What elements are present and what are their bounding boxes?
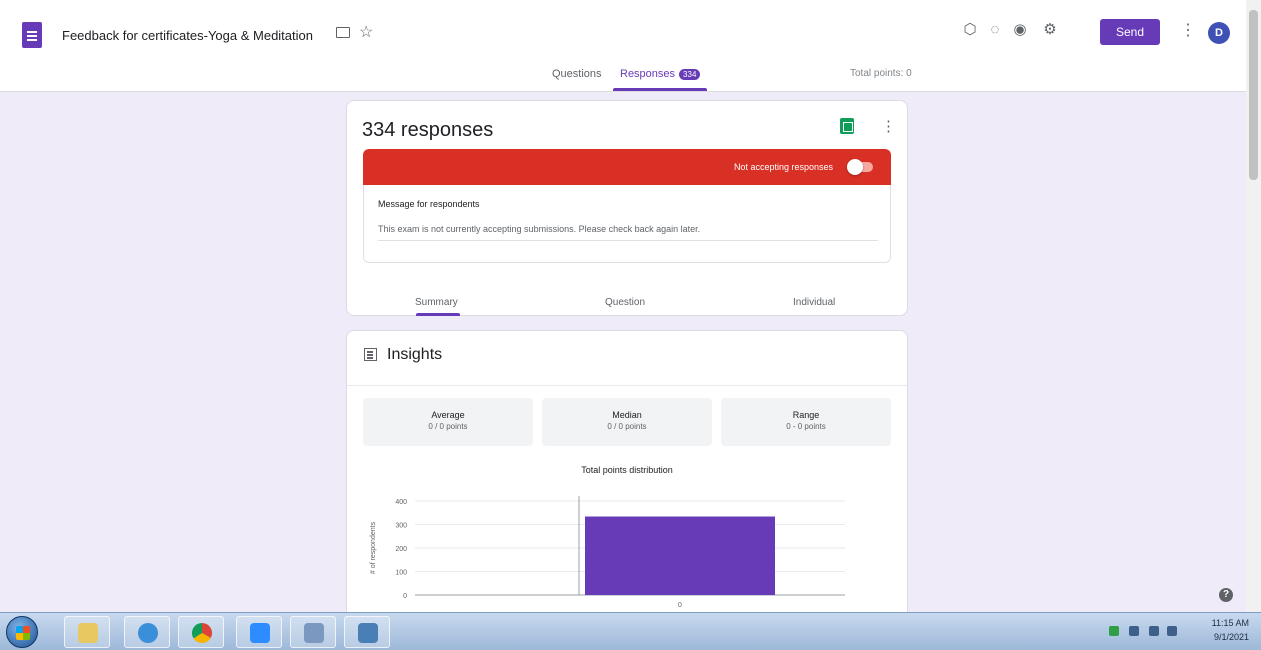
- accepting-toggle[interactable]: [847, 159, 863, 175]
- taskbar-chrome[interactable]: [178, 616, 224, 648]
- message-box: Message for respondents This exam is not…: [363, 185, 891, 263]
- responses-count-badge: 334: [679, 68, 701, 80]
- points-distribution-chart: # of respondents 0 100 200 300 400 0: [370, 496, 845, 609]
- y-tick-label: 0: [403, 593, 407, 600]
- responses-more-icon[interactable]: ⋮: [881, 117, 896, 135]
- taskbar-tool[interactable]: [290, 616, 336, 648]
- help-icon[interactable]: ?: [1219, 588, 1233, 602]
- subtab-question[interactable]: Question: [605, 297, 645, 308]
- settings-icon[interactable]: ⚙: [1040, 20, 1060, 40]
- send-button[interactable]: Send: [1100, 19, 1160, 45]
- stat-average: Average 0 / 0 points: [363, 398, 533, 446]
- zoom-icon: [250, 623, 270, 643]
- message-input[interactable]: This exam is not currently accepting sub…: [378, 224, 878, 241]
- taskbar-zoom[interactable]: [236, 616, 282, 648]
- start-button[interactable]: [6, 616, 38, 648]
- forms-icon[interactable]: [22, 22, 42, 48]
- palette-icon[interactable]: ◌: [985, 20, 1005, 40]
- tray-volume-icon[interactable]: [1167, 626, 1177, 636]
- chart-title: Total points distribution: [581, 465, 673, 475]
- sheets-icon[interactable]: [840, 118, 854, 134]
- total-points: Total points: 0: [850, 68, 912, 79]
- clock-time[interactable]: 11:15 AM: [1212, 618, 1249, 628]
- folder-icon: [78, 623, 98, 643]
- responses-card: 334 responses ⋮ Not accepting responses …: [346, 100, 908, 316]
- subtab-individual[interactable]: Individual: [793, 297, 835, 308]
- media-icon: [358, 623, 378, 643]
- y-axis-label: # of respondents: [370, 521, 377, 574]
- accepting-responses-banner: Not accepting responses: [363, 149, 891, 185]
- bar: [585, 516, 775, 595]
- windows-taskbar: 11:15 AM 9/1/2021: [0, 612, 1261, 650]
- accepting-responses-label: Not accepting responses: [733, 162, 833, 172]
- y-tick-label: 200: [395, 546, 407, 553]
- tab-questions[interactable]: Questions: [552, 68, 602, 80]
- taskbar-media[interactable]: [344, 616, 390, 648]
- message-label: Message for respondents: [378, 199, 480, 209]
- stat-range: Range 0 - 0 points: [721, 398, 891, 446]
- y-tick-label: 100: [395, 570, 407, 577]
- active-subtab-indicator: [416, 313, 460, 316]
- subtab-summary[interactable]: Summary: [415, 297, 458, 308]
- stat-value: 0 - 0 points: [786, 422, 826, 431]
- stat-value: 0 / 0 points: [428, 422, 468, 431]
- system-tray: 11:15 AM 9/1/2021: [1091, 613, 1261, 650]
- insights-icon: [364, 348, 377, 361]
- stat-median: Median 0 / 0 points: [542, 398, 712, 446]
- clock-date[interactable]: 9/1/2021: [1214, 632, 1249, 642]
- tray-app-icon[interactable]: [1109, 626, 1119, 636]
- internet-explorer-icon: [138, 623, 158, 643]
- app-icon: [304, 623, 324, 643]
- stat-value: 0 / 0 points: [607, 422, 647, 431]
- y-tick-label: 300: [395, 523, 407, 530]
- x-tick-label: 0: [678, 602, 682, 609]
- stat-label: Median: [612, 410, 642, 420]
- taskbar-ie[interactable]: [124, 616, 170, 648]
- star-icon[interactable]: ☆: [359, 22, 373, 42]
- avatar[interactable]: D: [1208, 22, 1230, 44]
- tab-responses-label: Responses: [620, 68, 676, 80]
- chrome-icon: [192, 623, 212, 643]
- scrollbar-thumb[interactable]: [1249, 10, 1258, 180]
- folder-icon[interactable]: [336, 27, 350, 38]
- preview-icon[interactable]: ◉: [1010, 20, 1030, 40]
- stat-label: Range: [792, 410, 820, 420]
- divider: [347, 385, 907, 386]
- tab-responses[interactable]: Responses 334: [620, 68, 701, 80]
- tray-network-icon[interactable]: [1149, 626, 1159, 636]
- form-header: Feedback for certificates-Yoga & Meditat…: [0, 0, 1261, 92]
- insights-card: Insights Average 0 / 0 points Median 0 /…: [346, 330, 908, 620]
- y-tick-label: 400: [395, 499, 407, 506]
- active-tab-indicator: [613, 88, 707, 91]
- stat-label: Average: [431, 410, 465, 420]
- addon-icon[interactable]: ⬡: [960, 20, 980, 40]
- form-title[interactable]: Feedback for certificates-Yoga & Meditat…: [62, 28, 313, 43]
- tray-flag-icon[interactable]: [1129, 626, 1139, 636]
- insights-title: Insights: [387, 346, 443, 363]
- taskbar-explorer[interactable]: [64, 616, 110, 648]
- responses-count: 334 responses: [362, 119, 494, 141]
- more-options-icon[interactable]: ⋮: [1180, 20, 1196, 40]
